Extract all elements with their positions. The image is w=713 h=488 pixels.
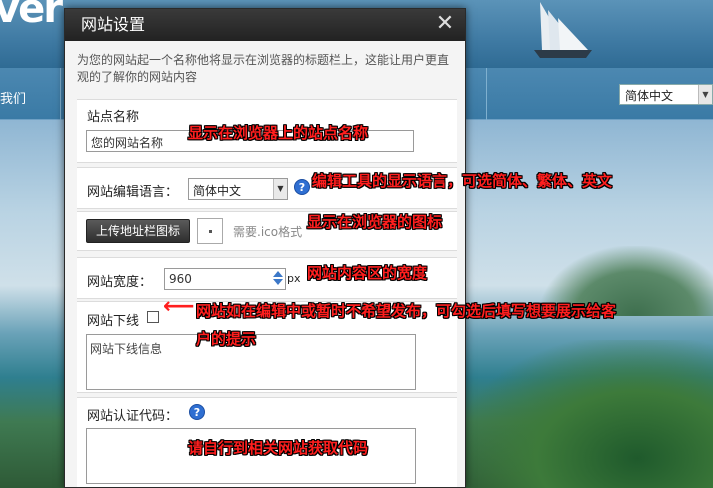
editor-language-select[interactable]: 简体中文 ▼ [188, 178, 288, 200]
annotation-favicon: 显示在浏览器的图标 [307, 213, 443, 231]
offline-label: 网站下线 [87, 314, 140, 329]
nav-item-about[interactable]: 我们 [0, 88, 26, 107]
arrow-up-icon[interactable] [273, 271, 283, 277]
help-icon[interactable]: ? [294, 179, 310, 195]
nav-separator [486, 68, 487, 120]
editor-language-value: 简体中文 [193, 184, 242, 198]
dialog-title: 网站设置 [81, 15, 146, 34]
editor-language-label: 网站编辑语言： [87, 185, 179, 200]
annotation-site-name: 显示在浏览器上的站点名称 [188, 124, 369, 142]
sailboat-image [534, 2, 592, 58]
dialog-header: 网站设置 ✕ [65, 9, 465, 41]
width-unit: px [287, 272, 301, 285]
arrow-down-icon[interactable] [273, 279, 283, 285]
site-width-input[interactable]: 960 [164, 268, 286, 290]
site-name-label: 站点名称 [87, 110, 140, 125]
site-width-label: 网站宽度： [87, 275, 153, 290]
width-stepper[interactable] [272, 269, 284, 289]
annotation-editor-language: 编辑工具的显示语言，可选简体、繁体、英文 [312, 172, 613, 190]
annotation-offline-line2: 户的提示 [196, 330, 257, 348]
annotation-offline-line1: 网站如在编辑中或暂时不希望发布，可勾选后填写想要展示给客 [196, 302, 617, 320]
arrow-left-icon: ⟵ [163, 294, 195, 319]
annotation-site-width: 网站内容区的宽度 [307, 264, 428, 282]
help-icon[interactable]: ? [189, 404, 205, 420]
site-logo-fragment: ver [0, 0, 63, 32]
shore-image [460, 340, 713, 488]
verification-label: 网站认证代码： [87, 409, 179, 424]
dialog-intro-text: 为您的网站起一个名称他将显示在浏览器的标题栏上，这能让用户更直观的了解你的网站内… [77, 53, 450, 84]
offline-checkbox[interactable] [147, 311, 159, 323]
chevron-down-icon: ▼ [273, 179, 287, 199]
chevron-down-icon: ▼ [698, 85, 712, 104]
favicon-preview [197, 218, 223, 244]
nav-separator [60, 68, 61, 120]
favicon-format-hint: 需要.ico格式 [233, 225, 303, 239]
close-icon[interactable]: ✕ [435, 13, 455, 35]
upload-favicon-button[interactable]: 上传地址栏图标 [86, 219, 191, 243]
language-select[interactable]: 简体中文 ▼ [619, 84, 713, 105]
annotation-verification: 请自行到相关网站获取代码 [188, 439, 369, 457]
language-select-value: 简体中文 [625, 89, 674, 103]
site-settings-dialog: 网站设置 ✕ 为您的网站起一个名称他将显示在浏览器的标题栏上，这能让用户更直观的… [64, 8, 466, 488]
